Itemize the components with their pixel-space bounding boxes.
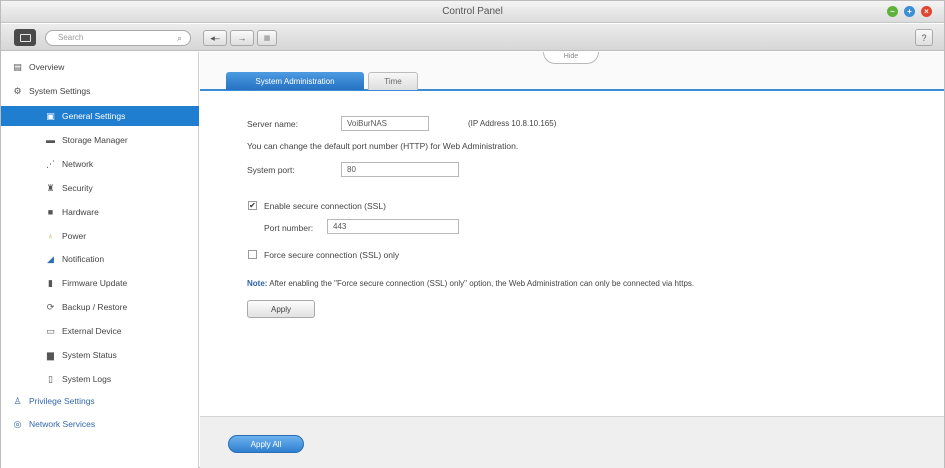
- forward-arrow-icon: →: [237, 33, 247, 43]
- server-name-label: Server name:: [247, 119, 299, 129]
- sidebar-item-label: Firmware Update: [62, 278, 128, 288]
- security-icon: ♜: [46, 182, 55, 193]
- port-info-text: You can change the default port number (…: [247, 141, 519, 151]
- close-icon[interactable]: ×: [921, 6, 932, 17]
- grid-icon: ▦: [263, 35, 271, 42]
- sidebar-item-label: Notification: [62, 254, 105, 264]
- search-input[interactable]: Search ⌕: [45, 30, 191, 46]
- sidebar-item-label: System Status: [62, 350, 117, 360]
- tab-time[interactable]: Time: [368, 72, 418, 90]
- bottom-action-bar: Apply All: [200, 416, 944, 468]
- sidebar-item-label: Overview: [29, 62, 65, 72]
- system-logs-icon: ▯: [48, 373, 53, 384]
- help-icon: ?: [921, 32, 927, 43]
- note-text: After enabling the "Force secure connect…: [269, 279, 695, 288]
- force-ssl-label: Force secure connection (SSL) only: [264, 250, 400, 260]
- sidebar-item-system-settings[interactable]: ⚙ System Settings: [1, 81, 199, 101]
- sidebar-item-overview[interactable]: ▤ Overview: [1, 57, 199, 77]
- sidebar-item-security[interactable]: ♜ Security: [1, 178, 199, 198]
- navigation-group: ◂– → ▦: [203, 30, 277, 46]
- title-bar: Control Panel – + ×: [1, 1, 944, 23]
- hardware-icon: ■: [47, 207, 54, 217]
- enable-ssl-checkbox[interactable]: ✔: [248, 201, 257, 210]
- tab-system-administration[interactable]: System Administration: [226, 72, 364, 90]
- sidebar-item-general-settings[interactable]: ▣ General Settings: [1, 106, 199, 126]
- power-icon: ♁: [47, 231, 54, 241]
- system-port-label: System port:: [247, 165, 295, 175]
- help-button[interactable]: ?: [915, 29, 933, 46]
- sidebar-item-label: External Device: [62, 326, 122, 336]
- sidebar-item-storage-manager[interactable]: ▬ Storage Manager: [1, 130, 199, 150]
- main-content: Hide System Administration Time Server n…: [200, 52, 944, 468]
- sidebar-item-backup-restore[interactable]: ⟳ Backup / Restore: [1, 297, 199, 317]
- system-status-icon: ▆: [47, 349, 54, 360]
- back-arrow-icon: ◂–: [210, 32, 220, 43]
- sidebar-item-notification[interactable]: ◢ Notification: [1, 249, 199, 269]
- port-number-label: Port number:: [264, 223, 314, 233]
- control-panel-window: Control Panel – + × Search ⌕ ◂– → ▦ ? ▤ …: [0, 0, 945, 468]
- network-icon: ⋰: [46, 158, 55, 169]
- sidebar-item-external-device[interactable]: ▭ External Device: [1, 321, 199, 341]
- sidebar-item-label: Security: [62, 183, 93, 193]
- window-icon: [19, 33, 31, 42]
- note-prefix: Note:: [247, 279, 268, 288]
- grid-view-button[interactable]: ▦: [257, 30, 277, 46]
- window-title: Control Panel: [442, 6, 503, 17]
- notification-icon: ◢: [47, 253, 54, 264]
- sidebar-item-label: Hardware: [62, 207, 99, 217]
- sidebar: ▤ Overview ⚙ System Settings ▣ General S…: [1, 52, 199, 468]
- gear-icon: ⚙: [13, 85, 22, 96]
- sidebar-item-label: System Settings: [29, 86, 91, 96]
- sidebar-item-privilege-settings[interactable]: ♙ Privilege Settings: [1, 391, 199, 411]
- home-button[interactable]: [14, 29, 36, 46]
- overview-icon: ▤: [13, 61, 22, 72]
- toolbar: Search ⌕ ◂– → ▦ ?: [1, 24, 944, 51]
- sidebar-item-power[interactable]: ♁ Power: [1, 226, 199, 246]
- hide-panel-button[interactable]: Hide: [543, 52, 599, 64]
- firmware-icon: ▮: [48, 277, 53, 288]
- back-button[interactable]: ◂–: [203, 30, 227, 46]
- forward-button[interactable]: →: [230, 30, 254, 46]
- ssl-note: Note: After enabling the "Force secure c…: [247, 279, 937, 288]
- sidebar-item-system-status[interactable]: ▆ System Status: [1, 345, 199, 365]
- sidebar-item-network[interactable]: ⋰ Network: [1, 154, 199, 174]
- sidebar-item-label: General Settings: [62, 111, 126, 121]
- sidebar-item-label: Power: [62, 231, 87, 241]
- backup-icon: ⟳: [46, 301, 55, 312]
- sidebar-item-firmware-update[interactable]: ▮ Firmware Update: [1, 273, 199, 293]
- apply-button[interactable]: Apply: [247, 300, 315, 318]
- sidebar-item-label: Privilege Settings: [29, 396, 95, 406]
- storage-icon: ▬: [46, 135, 55, 145]
- sidebar-item-label: Backup / Restore: [62, 302, 128, 312]
- sidebar-item-network-services[interactable]: ◎ Network Services: [1, 414, 199, 434]
- sidebar-item-label: Network: [62, 159, 94, 169]
- apply-all-button[interactable]: Apply All: [228, 435, 304, 453]
- sidebar-item-label: Network Services: [29, 419, 96, 429]
- maximize-icon[interactable]: +: [904, 6, 915, 17]
- general-settings-icon: ▣: [46, 110, 55, 121]
- system-port-field[interactable]: 80: [341, 162, 459, 177]
- minimize-icon[interactable]: –: [887, 6, 898, 17]
- ip-address-text: (IP Address 10.8.10.165): [468, 119, 557, 128]
- sidebar-item-system-logs[interactable]: ▯ System Logs: [1, 369, 199, 389]
- search-icon: ⌕: [176, 33, 182, 43]
- search-placeholder: Search: [58, 33, 84, 42]
- sidebar-item-hardware[interactable]: ■ Hardware: [1, 202, 199, 222]
- force-ssl-checkbox[interactable]: [248, 250, 257, 259]
- tab-bar: Hide System Administration Time: [200, 52, 944, 91]
- port-number-field[interactable]: 443: [327, 219, 459, 234]
- external-device-icon: ▭: [46, 325, 55, 336]
- window-controls: – + ×: [887, 6, 932, 17]
- privilege-icon: ♙: [13, 395, 22, 406]
- network-services-icon: ◎: [13, 418, 22, 429]
- server-name-field[interactable]: VoiBurNAS: [341, 116, 429, 131]
- enable-ssl-label: Enable secure connection (SSL): [264, 201, 386, 211]
- sidebar-item-label: Storage Manager: [62, 135, 128, 145]
- sidebar-item-label: System Logs: [62, 374, 112, 384]
